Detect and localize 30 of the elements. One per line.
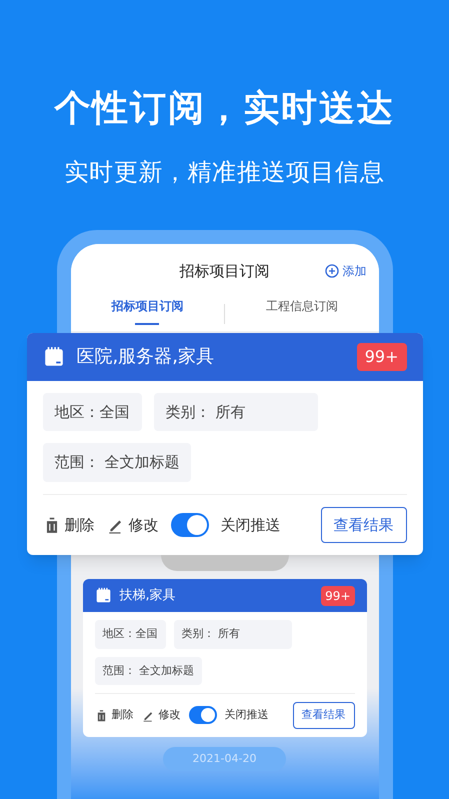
edit-button[interactable]: 修改 bbox=[142, 707, 180, 724]
edit-button[interactable]: 修改 bbox=[106, 514, 158, 536]
filter-tag: 类别： 所有 bbox=[174, 620, 292, 648]
card-title: 扶梯,家具 bbox=[120, 586, 177, 605]
view-results-button[interactable]: 查看结果 bbox=[320, 506, 406, 543]
filter-tag: 地区：全国 bbox=[94, 620, 166, 648]
push-toggle[interactable] bbox=[170, 512, 208, 537]
view-results-button[interactable]: 查看结果 bbox=[292, 702, 354, 728]
push-label: 关闭推送 bbox=[220, 514, 282, 536]
date-label: 2021-04-20 bbox=[162, 746, 286, 771]
card-title: 医院,服务器,家具 bbox=[76, 345, 215, 369]
add-button[interactable]: 添加 bbox=[324, 262, 366, 280]
tab[interactable]: 招标项目订阅 bbox=[70, 296, 224, 330]
delete-button[interactable]: 删除 bbox=[94, 707, 134, 724]
push-toggle[interactable] bbox=[188, 706, 216, 724]
plus-circle-icon bbox=[324, 264, 338, 278]
count-badge: 99+ bbox=[321, 586, 354, 606]
delete-button[interactable]: 删除 bbox=[42, 514, 94, 536]
filter-tag: 地区：全国 bbox=[42, 392, 142, 431]
calendar-icon bbox=[94, 587, 112, 604]
filter-tag: 范围： 全文加标题 bbox=[42, 443, 192, 482]
subheadline: 实时更新，精准推送项目信息 bbox=[64, 157, 384, 188]
calendar-icon bbox=[42, 346, 64, 368]
count-badge: 99+ bbox=[356, 342, 406, 370]
headline: 个性订阅，实时送达 bbox=[54, 87, 395, 131]
filter-tag: 类别： 所有 bbox=[154, 392, 318, 431]
push-label: 关闭推送 bbox=[224, 707, 270, 723]
screen-title: 招标项目订阅 bbox=[180, 261, 270, 282]
filter-tag: 范围： 全文加标题 bbox=[94, 656, 202, 685]
tab[interactable]: 工程信息订阅 bbox=[225, 296, 378, 330]
